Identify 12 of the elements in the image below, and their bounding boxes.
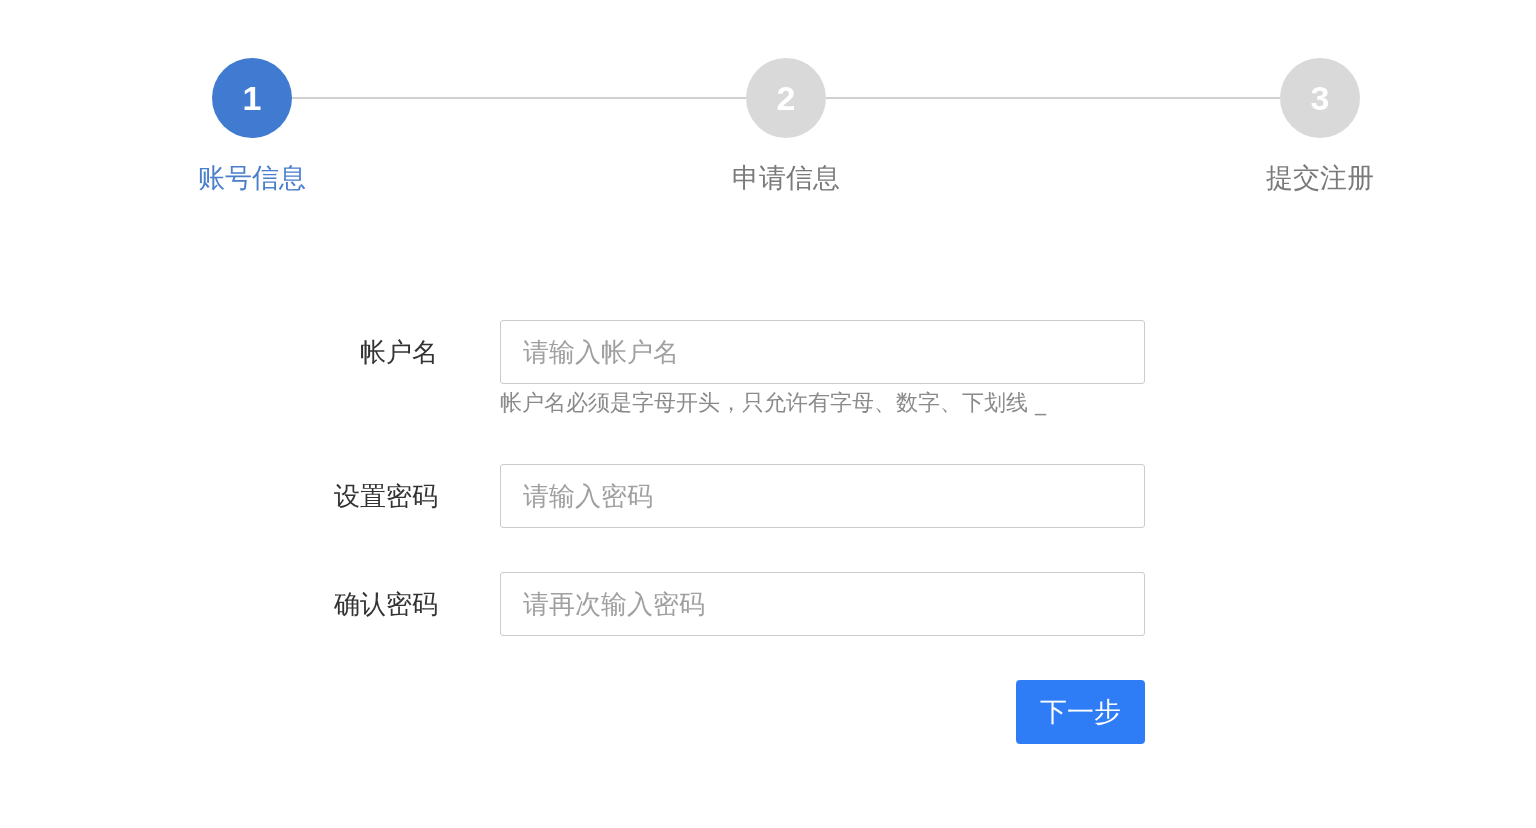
- step-label: 账号信息: [198, 161, 306, 195]
- field-label: 确认密码: [334, 588, 438, 621]
- input-field[interactable]: 请输入密码: [500, 464, 1145, 528]
- field-label: 设置密码: [334, 480, 438, 513]
- input-field[interactable]: 请输入帐户名: [500, 320, 1145, 384]
- step-label: 申请信息: [732, 161, 840, 195]
- field-hint: 帐户名必须是字母开头，只允许有字母、数字、下划线 _: [500, 389, 1046, 418]
- step-number: 1: [212, 58, 292, 138]
- step-label: 提交注册: [1266, 161, 1374, 195]
- input-field[interactable]: 请再次输入密码: [500, 572, 1145, 636]
- next-step-button[interactable]: 下一步: [1016, 680, 1145, 744]
- field-label: 帐户名: [360, 336, 438, 369]
